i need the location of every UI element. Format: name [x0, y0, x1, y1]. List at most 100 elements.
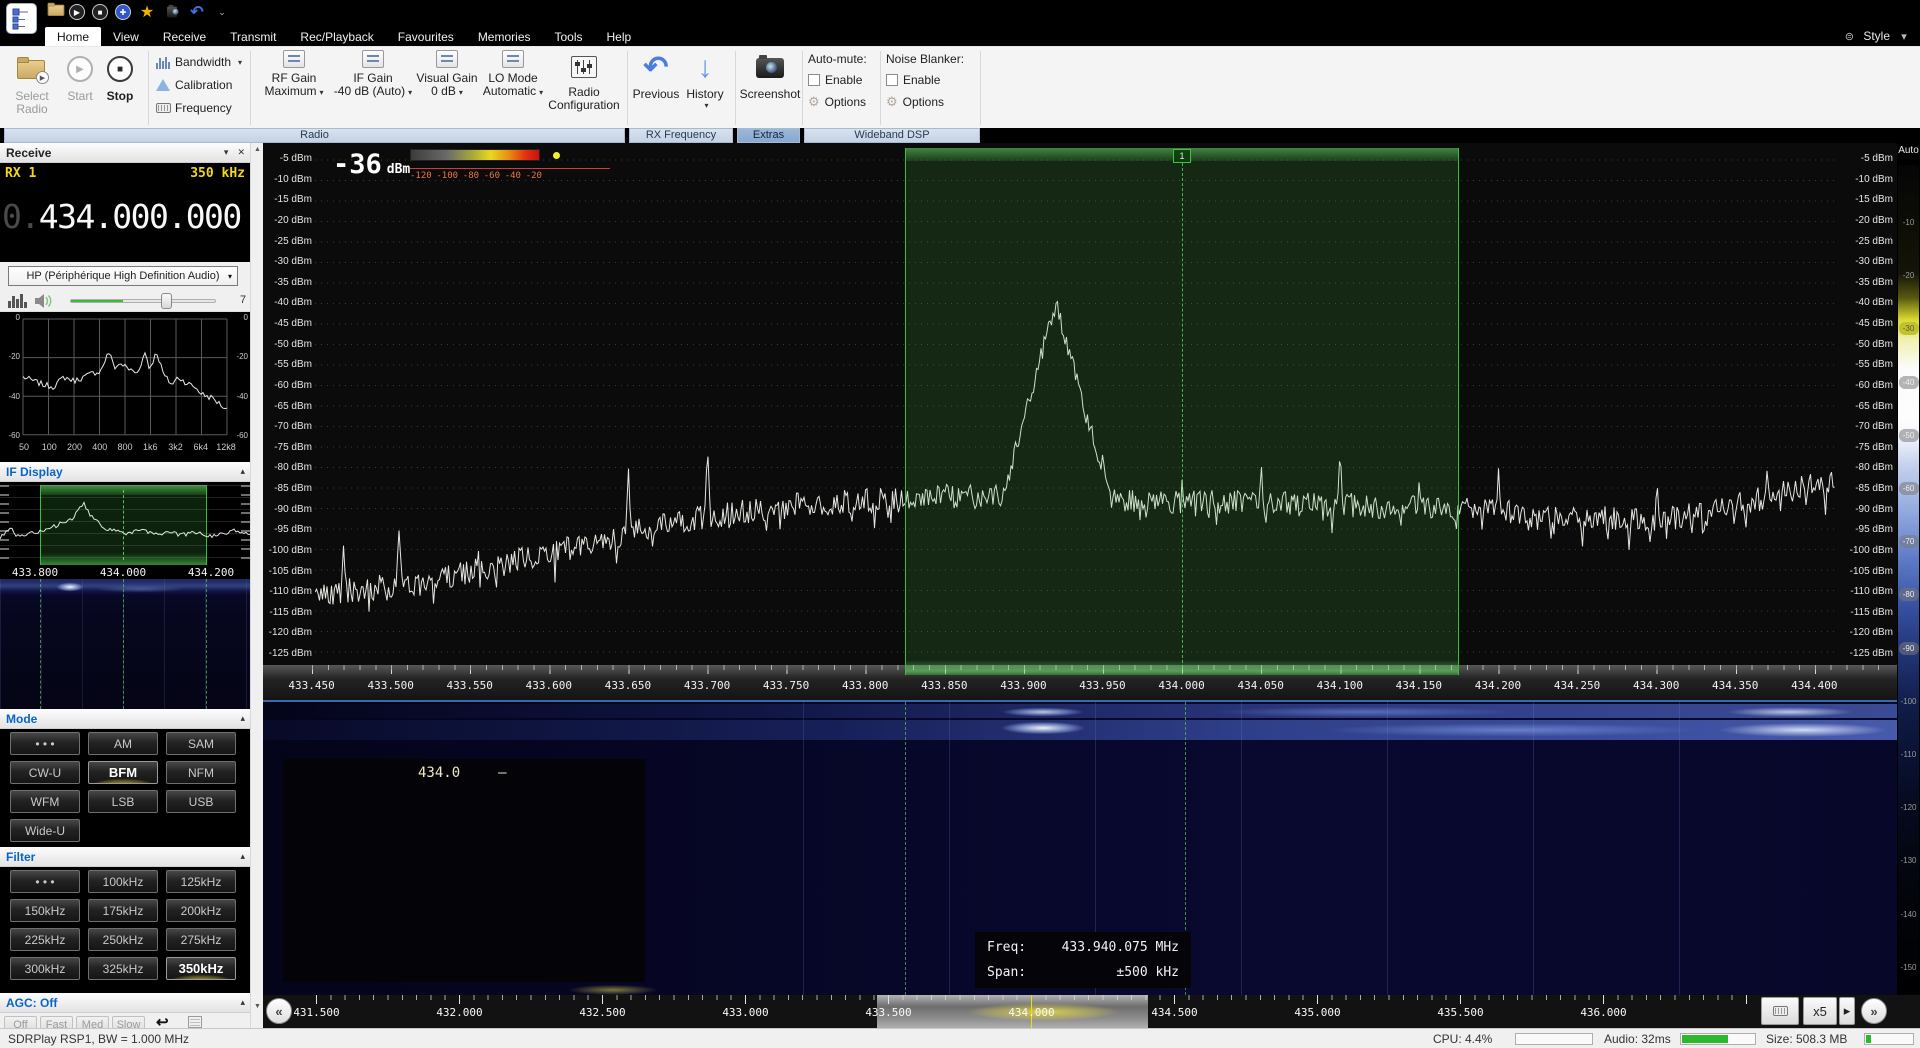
- section-collapse-icon[interactable]: ▴: [240, 466, 245, 477]
- mode-filter-button[interactable]: • • •: [10, 732, 80, 755]
- section-collapse-icon[interactable]: ▴: [240, 997, 245, 1008]
- camera-quick-icon[interactable]: [163, 3, 181, 21]
- tab-favourites[interactable]: Favourites: [386, 27, 466, 46]
- frequency-button[interactable]: Frequency: [155, 101, 232, 115]
- bandwidth-button[interactable]: Bandwidth▾: [155, 55, 242, 69]
- mode-filter-button[interactable]: 175kHz: [88, 899, 158, 922]
- tab-transmit[interactable]: Transmit: [218, 27, 288, 46]
- nav-step-left-button[interactable]: «: [266, 998, 292, 1024]
- frequency-navigation-bar[interactable]: 431.500432.000432.500433.000433.500434.0…: [263, 995, 1920, 1028]
- screenshot-button[interactable]: Screenshot: [741, 50, 799, 126]
- auto-mute-options-button[interactable]: ⚙Options: [808, 94, 876, 110]
- waterfall-color-scale[interactable]: Auto -10-20-30-40-50-60-70-80-90-100-110…: [1897, 143, 1920, 995]
- noise-blanker-options-button[interactable]: ⚙Options: [886, 94, 978, 110]
- app-icon[interactable]: [6, 3, 37, 34]
- mode-filter-button[interactable]: 100kHz: [88, 870, 158, 893]
- lo-mode-button[interactable]: LO Mode Automatic▾: [480, 50, 546, 126]
- tuned-frequency-readout[interactable]: 0.434.000.000: [2, 197, 248, 236]
- calibration-button[interactable]: Calibration: [155, 78, 232, 92]
- filter-header[interactable]: Filter ▴: [0, 847, 250, 867]
- previous-button[interactable]: ↶ Previous: [632, 50, 680, 126]
- stop-quick-icon[interactable]: ■: [92, 4, 108, 20]
- nav-step-right-button[interactable]: »: [1861, 998, 1887, 1024]
- mode-filter-button[interactable]: 200kHz: [166, 899, 236, 922]
- tab-home[interactable]: Home: [45, 27, 101, 46]
- mode-filter-button[interactable]: 275kHz: [166, 928, 236, 951]
- section-collapse-icon[interactable]: ▴: [240, 713, 245, 724]
- if-display[interactable]: 433.800434.000434.200: [0, 482, 250, 579]
- nav-freq-tick: 435.000: [1246, 1006, 1389, 1019]
- if-gain-dropdown-icon: ▾: [408, 88, 412, 97]
- mode-filter-button[interactable]: CW-U: [10, 761, 80, 784]
- radio-configuration-button[interactable]: Radio Configuration: [548, 50, 620, 126]
- mode-filter-button[interactable]: NFM: [166, 761, 236, 784]
- tab-memories[interactable]: Memories: [466, 27, 543, 46]
- panel-collapse-icon[interactable]: ▾: [224, 147, 229, 158]
- tab-rec-playback[interactable]: Rec/Playback: [288, 27, 385, 46]
- mode-filter-button[interactable]: 125kHz: [166, 870, 236, 893]
- tab-tools[interactable]: Tools: [543, 27, 595, 46]
- notes-icon[interactable]: [188, 1016, 202, 1028]
- favourite-star-icon[interactable]: ★: [138, 3, 156, 21]
- stop-button[interactable]: ■ Stop: [100, 50, 140, 126]
- waterfall-display[interactable]: 434.0– Freq:433.940.075 MHz Span:±500 kH…: [263, 700, 1897, 995]
- tab-receive[interactable]: Receive: [151, 27, 218, 46]
- freq-tick: 434.100: [1300, 679, 1379, 692]
- rf-gain-button[interactable]: RF Gain Maximum▾: [258, 50, 330, 126]
- mode-filter-button[interactable]: 325kHz: [88, 957, 158, 980]
- gear-icon: ⚙: [808, 94, 820, 110]
- play-quick-icon[interactable]: ▶: [69, 4, 85, 20]
- mode-filter-button[interactable]: 300kHz: [10, 957, 80, 980]
- mode-filter-button[interactable]: 150kHz: [10, 899, 80, 922]
- mode-filter-button[interactable]: 250kHz: [88, 928, 158, 951]
- mode-header[interactable]: Mode ▴: [0, 709, 250, 729]
- add-quick-icon[interactable]: ✚: [115, 4, 131, 20]
- spectrum-display[interactable]: -5 dBm-10 dBm-15 dBm-20 dBm-25 dBm-30 dB…: [263, 143, 1897, 700]
- audio-device-select[interactable]: HP (Périphérique High Definition Audio) …: [8, 266, 238, 286]
- start-button[interactable]: ▶ Start: [62, 50, 98, 126]
- db-tick: -60 dBm: [1839, 380, 1893, 391]
- auto-scale-label[interactable]: Auto: [1897, 145, 1920, 156]
- volume-slider[interactable]: [70, 299, 216, 303]
- open-folder-icon[interactable]: [44, 3, 62, 21]
- panel-close-icon[interactable]: ✕: [237, 147, 245, 158]
- mode-filter-button[interactable]: 350kHz: [166, 957, 236, 980]
- mode-filter-button[interactable]: BFM: [88, 761, 158, 784]
- mode-filter-button[interactable]: USB: [166, 790, 236, 813]
- section-collapse-icon[interactable]: ▴: [240, 851, 245, 862]
- db-tick: -70 dBm: [266, 421, 312, 432]
- tab-help[interactable]: Help: [595, 27, 644, 46]
- mode-filter-button[interactable]: Wide-U: [10, 819, 80, 842]
- if-display-header[interactable]: IF Display ▴: [0, 462, 250, 482]
- equalizer-icon[interactable]: [8, 293, 27, 308]
- agc-header[interactable]: AGC: Off ▴: [0, 993, 250, 1013]
- zoom-dropdown-button[interactable]: ▸: [1839, 997, 1855, 1025]
- mode-filter-button[interactable]: SAM: [166, 732, 236, 755]
- audio-y-tick: -20: [2, 352, 20, 362]
- quick-access-dropdown-icon[interactable]: ⌄: [213, 3, 231, 21]
- mini-waterfall[interactable]: [0, 579, 250, 709]
- rx-marker[interactable]: 1: [1173, 149, 1191, 163]
- frequency-display[interactable]: RX 1 350 kHz 0.434.000.000: [0, 163, 250, 262]
- db-tick: -35 dBm: [266, 277, 312, 288]
- mode-filter-button[interactable]: WFM: [10, 790, 80, 813]
- mode-filter-button[interactable]: • • •: [10, 870, 80, 893]
- nav-freq-tick: 433.000: [674, 1006, 817, 1019]
- auto-mute-enable-checkbox[interactable]: Enable: [808, 73, 876, 87]
- visual-gain-button[interactable]: Visual Gain 0 dB▾: [416, 50, 478, 126]
- mode-filter-button[interactable]: LSB: [88, 790, 158, 813]
- zoom-level-button[interactable]: x5: [1803, 997, 1837, 1025]
- if-gain-button[interactable]: IF Gain -40 dB (Auto)▾: [332, 50, 414, 126]
- undo-icon[interactable]: ↶: [188, 3, 206, 21]
- volume-slider-thumb[interactable]: [161, 293, 172, 309]
- tab-view[interactable]: View: [101, 27, 151, 46]
- select-radio-button[interactable]: ▶ Select Radio: [6, 50, 58, 126]
- mode-filter-button[interactable]: AM: [88, 732, 158, 755]
- history-button[interactable]: ↓ History ▾: [682, 50, 728, 126]
- keyboard-entry-button[interactable]: [1761, 997, 1799, 1025]
- mode-filter-button[interactable]: 225kHz: [10, 928, 80, 951]
- noise-blanker-enable-checkbox[interactable]: Enable: [886, 73, 978, 87]
- left-panel-scrollbar[interactable]: ▲ ▼: [250, 143, 263, 1028]
- speaker-icon[interactable]: [34, 293, 54, 309]
- style-control[interactable]: ⊜ Style ▾: [1841, 29, 1912, 43]
